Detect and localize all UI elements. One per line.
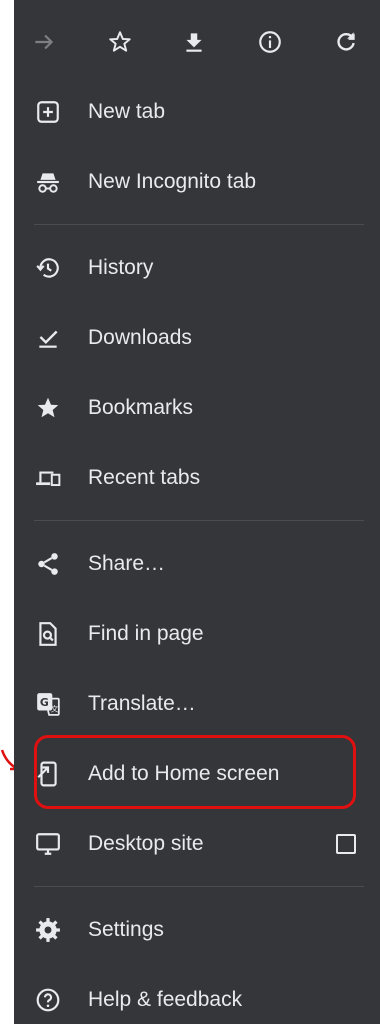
download-button[interactable] bbox=[172, 20, 216, 64]
translate-icon: G文 bbox=[34, 690, 62, 718]
desktop-icon bbox=[34, 830, 62, 858]
plus-box-icon bbox=[34, 98, 62, 126]
help-icon bbox=[34, 986, 62, 1014]
menu-item-share[interactable]: Share… bbox=[14, 536, 380, 592]
downloads-icon bbox=[34, 324, 62, 352]
menu-item-label: Settings bbox=[88, 918, 164, 941]
menu-item-settings[interactable]: Settings bbox=[14, 902, 380, 958]
menu-item-label: New tab bbox=[88, 100, 166, 123]
svg-text:G: G bbox=[40, 696, 49, 709]
menu-item-label: Find in page bbox=[88, 622, 204, 645]
star-outline-icon bbox=[109, 31, 131, 52]
refresh-icon bbox=[337, 32, 355, 51]
menu-item-find-in-page[interactable]: Find in page bbox=[14, 606, 380, 662]
menu-divider bbox=[34, 520, 364, 521]
menu-item-label: Add to Home screen bbox=[88, 762, 280, 785]
menu-item-label: Help & feedback bbox=[88, 988, 243, 1011]
overflow-menu: New tab New Incognito tab History Downlo… bbox=[14, 0, 380, 1024]
menu-item-translate[interactable]: G文 Translate… bbox=[14, 676, 380, 732]
devices-icon bbox=[34, 464, 62, 492]
menu-item-new-tab[interactable]: New tab bbox=[14, 84, 380, 140]
gear-icon bbox=[34, 916, 62, 944]
find-in-page-icon bbox=[34, 620, 62, 648]
svg-text:文: 文 bbox=[51, 704, 59, 714]
history-icon bbox=[34, 254, 62, 282]
menu-divider bbox=[34, 224, 364, 225]
menu-item-desktop-site[interactable]: Desktop site bbox=[14, 816, 380, 872]
menu-divider bbox=[34, 886, 364, 887]
menu-item-bookmarks[interactable]: Bookmarks bbox=[14, 380, 380, 436]
menu-item-new-incognito-tab[interactable]: New Incognito tab bbox=[14, 154, 380, 210]
menu-item-add-to-home-screen[interactable]: Add to Home screen bbox=[14, 746, 380, 802]
download-icon bbox=[186, 33, 202, 52]
menu-item-label: Recent tabs bbox=[88, 466, 201, 489]
menu-item-label: Downloads bbox=[88, 326, 192, 349]
page-info-button[interactable] bbox=[248, 20, 292, 64]
star-icon bbox=[34, 394, 62, 422]
add-to-home-icon bbox=[34, 760, 62, 788]
menu-item-help-feedback[interactable]: Help & feedback bbox=[14, 972, 380, 1024]
reload-button[interactable] bbox=[324, 20, 368, 64]
menu-item-downloads[interactable]: Downloads bbox=[14, 310, 380, 366]
bookmark-button[interactable] bbox=[98, 20, 142, 64]
menu-item-label: Translate… bbox=[88, 692, 196, 715]
menu-item-label: Share… bbox=[88, 552, 166, 575]
incognito-icon bbox=[34, 168, 62, 196]
info-icon bbox=[259, 31, 281, 53]
forward-icon bbox=[35, 34, 54, 50]
screenshot-root: New tab New Incognito tab History Downlo… bbox=[0, 0, 380, 1024]
menu-item-history[interactable]: History bbox=[14, 240, 380, 296]
share-icon bbox=[34, 550, 62, 578]
menu-item-label: New Incognito tab bbox=[88, 170, 257, 193]
forward-button[interactable] bbox=[22, 20, 66, 64]
menu-item-recent-tabs[interactable]: Recent tabs bbox=[14, 450, 380, 506]
menu-item-label: Desktop site bbox=[88, 832, 204, 855]
desktop-site-checkbox[interactable] bbox=[336, 834, 356, 854]
menu-item-label: Bookmarks bbox=[88, 396, 194, 419]
menu-toolbar bbox=[14, 0, 380, 84]
menu-item-label: History bbox=[88, 256, 154, 279]
